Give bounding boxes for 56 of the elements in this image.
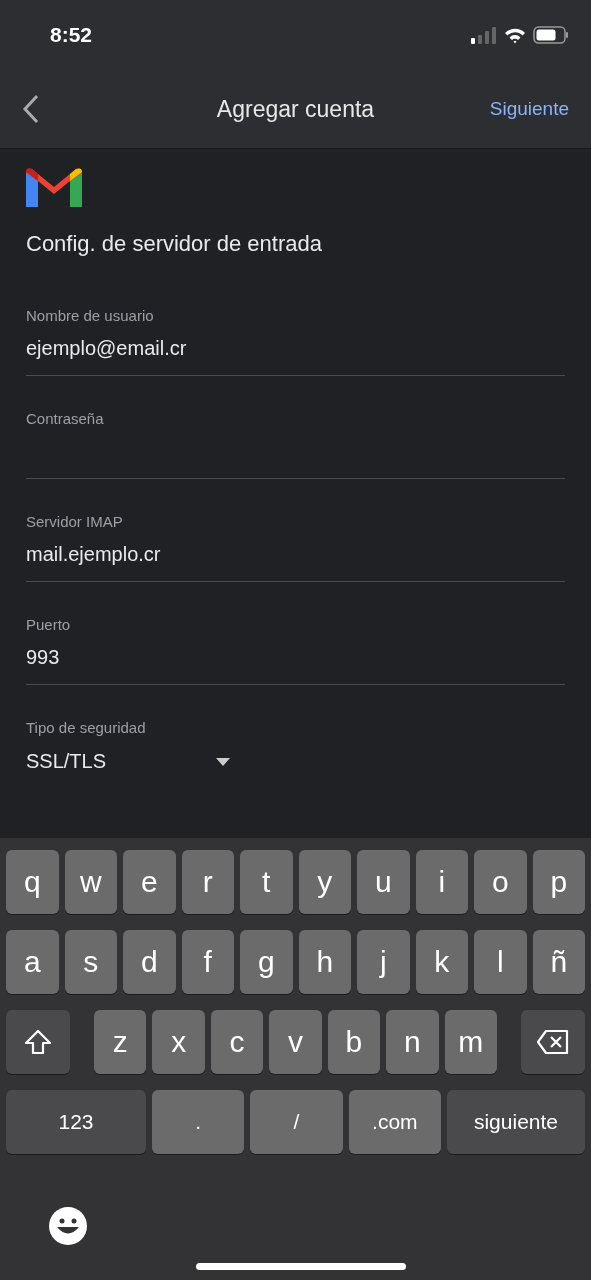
keyboard-key[interactable]: c	[210, 1010, 264, 1074]
back-icon	[22, 94, 40, 124]
keyboard-key[interactable]: v	[269, 1010, 322, 1074]
keyboard-key[interactable]: z	[94, 1010, 147, 1074]
keyboard-key[interactable]: a	[6, 930, 59, 994]
next-link[interactable]: Siguiente	[489, 98, 569, 120]
keyboard-key[interactable]: g	[240, 930, 293, 994]
keyboard-key[interactable]: siguiente	[447, 1090, 585, 1154]
mail-logo	[26, 167, 82, 209]
keyboard-key[interactable]: 123	[6, 1090, 146, 1154]
status-time: 8:52	[50, 23, 93, 47]
keyboard-key[interactable]: q	[6, 850, 59, 914]
keyboard-key[interactable]: .com	[348, 1090, 441, 1154]
shift-key[interactable]	[6, 1010, 70, 1074]
battery-icon	[533, 26, 569, 44]
nav-title: Agregar cuenta	[216, 95, 375, 123]
keyboard-key[interactable]: u	[357, 850, 410, 914]
keyboard-key[interactable]: b	[327, 1010, 381, 1074]
input-field[interactable]: mail.ejemplo.cr	[26, 530, 565, 582]
input-field[interactable]: 993	[26, 633, 565, 685]
keyboard-key[interactable]: j	[357, 930, 410, 994]
keyboard-key[interactable]: w	[64, 850, 117, 914]
keyboard-key[interactable]: s	[64, 930, 117, 994]
keyboard-key[interactable]: i	[415, 850, 468, 914]
emoji-icon[interactable]	[48, 1206, 88, 1246]
keyboard-key[interactable]: f	[181, 930, 234, 994]
keyboard-key[interactable]: k	[415, 930, 468, 994]
keyboard-key[interactable]: t	[240, 850, 293, 914]
keyboard-key[interactable]: h	[298, 930, 351, 994]
security-dropdown[interactable]: SSL/TLS	[26, 736, 230, 787]
keyboard-key[interactable]: o	[474, 850, 527, 914]
keyboard-key[interactable]: y	[298, 850, 351, 914]
backspace-key[interactable]	[520, 1010, 585, 1074]
input-field[interactable]: ejemplo@email.cr	[26, 324, 565, 376]
keyboard-key[interactable]: l	[474, 930, 527, 994]
section-heading: Config. de servidor de entrada	[26, 231, 323, 257]
field-label: Contraseña	[26, 410, 105, 427]
keyboard-key[interactable]: n	[386, 1010, 439, 1074]
keyboard-key[interactable]: /	[250, 1090, 343, 1154]
shift-icon	[23, 1028, 53, 1056]
keyboard-key[interactable]: d	[123, 930, 176, 994]
field-label: Servidor IMAP	[26, 513, 124, 530]
keyboard-key[interactable]: p	[532, 850, 585, 914]
signal-icon	[471, 26, 497, 44]
keyboard-key[interactable]: .	[152, 1090, 245, 1154]
keyboard-key[interactable]: r	[181, 850, 234, 914]
caret-icon	[216, 757, 230, 766]
keyboard-key[interactable]: e	[123, 850, 176, 914]
keyboard-key[interactable]: x	[152, 1010, 205, 1074]
backspace-icon	[535, 1029, 570, 1055]
field-label: Tipo de seguridad	[26, 719, 147, 736]
field-label: Nombre de usuario	[26, 307, 155, 324]
keyboard-key[interactable]: m	[444, 1010, 497, 1074]
wifi-icon	[504, 26, 526, 44]
keyboard-key[interactable]: ñ	[532, 930, 585, 994]
field-label: Puerto	[26, 616, 72, 633]
